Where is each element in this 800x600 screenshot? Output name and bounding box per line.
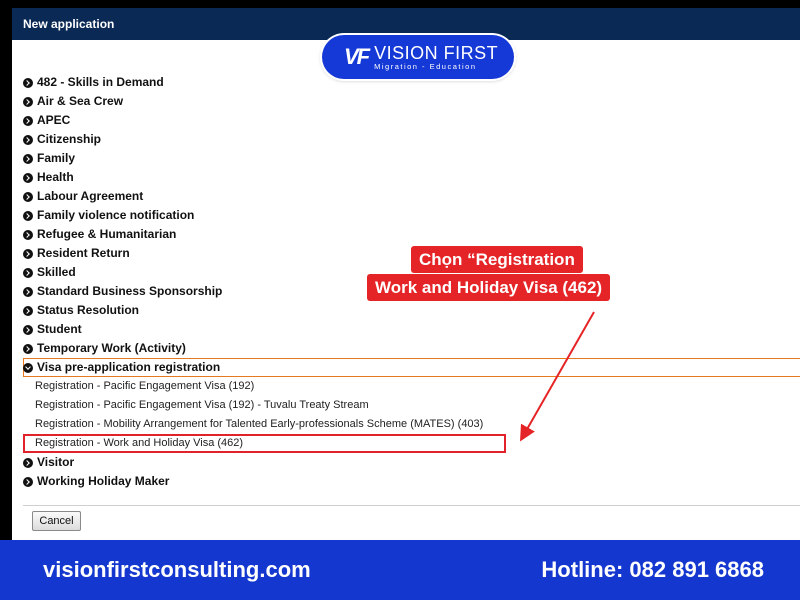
circle-chevron-right-icon [23, 116, 33, 126]
category-label: Resident Return [37, 246, 130, 260]
circle-chevron-right-icon [23, 287, 33, 297]
footer-banner: visionfirstconsulting.com Hotline: 082 8… [0, 540, 800, 600]
circle-chevron-right-icon [23, 135, 33, 145]
circle-chevron-right-icon [23, 325, 33, 335]
button-divider [23, 505, 800, 506]
category-label: Labour Agreement [37, 189, 144, 203]
category-refugee-humanitarian[interactable]: Refugee & Humanitarian [23, 225, 800, 244]
circle-chevron-right-icon [23, 344, 33, 354]
circle-chevron-right-icon [23, 154, 33, 164]
option-registration-work-and-holiday-462[interactable]: Registration - Work and Holiday Visa (46… [23, 434, 506, 453]
circle-chevron-right-icon [23, 230, 33, 240]
footer-hotline: Hotline: 082 891 6868 [541, 557, 764, 582]
category-student[interactable]: Student [23, 320, 800, 339]
logo-text: VISION FIRST Migration - Education [374, 44, 498, 71]
category-label: Visitor [37, 455, 75, 469]
category-label: Standard Business Sponsorship [37, 284, 223, 298]
category-label: Student [37, 322, 82, 336]
circle-chevron-right-icon [23, 97, 33, 107]
callout-line-2: Work and Holiday Visa (462) [367, 274, 611, 301]
cancel-button[interactable]: Cancel [32, 511, 81, 531]
category-label: Family violence notification [37, 208, 195, 222]
circle-chevron-right-icon [23, 458, 33, 468]
logo-mark: VF [344, 44, 370, 69]
circle-chevron-right-icon [23, 477, 33, 487]
category-label: Skilled [37, 265, 76, 279]
circle-chevron-right-icon [23, 192, 33, 202]
category-air-sea-crew[interactable]: Air & Sea Crew [23, 92, 800, 111]
circle-chevron-right-icon [23, 306, 33, 316]
category-citizenship[interactable]: Citizenship [23, 130, 800, 149]
instruction-callout: Chọn “Registration Work and Holiday Visa… [367, 246, 651, 302]
category-label: Air & Sea Crew [37, 94, 124, 108]
category-temporary-work-activity[interactable]: Temporary Work (Activity) [23, 339, 800, 358]
vision-first-logo: VF VISION FIRST Migration - Education [322, 35, 514, 79]
category-label: Citizenship [37, 132, 102, 146]
option-registration-mates-403[interactable]: Registration - Mobility Arrangement for … [23, 415, 800, 434]
category-label: Working Holiday Maker [37, 474, 170, 488]
option-registration-pacific-engagement-192-tuvalu[interactable]: Registration - Pacific Engagement Visa (… [23, 396, 800, 415]
category-health[interactable]: Health [23, 168, 800, 187]
logo-title: VISION FIRST [374, 42, 499, 63]
category-label: Status Resolution [37, 303, 140, 317]
category-label: 482 - Skills in Demand [37, 75, 164, 89]
category-label: Family [37, 151, 76, 165]
category-family-violence-notification[interactable]: Family violence notification [23, 206, 800, 225]
category-labour-agreement[interactable]: Labour Agreement [23, 187, 800, 206]
circle-chevron-right-icon [23, 249, 33, 259]
option-registration-pacific-engagement-192[interactable]: Registration - Pacific Engagement Visa (… [23, 377, 800, 396]
category-label: Health [37, 170, 74, 184]
category-label: APEC [37, 113, 71, 127]
circle-chevron-right-icon [23, 78, 33, 88]
category-working-holiday-maker[interactable]: Working Holiday Maker [23, 472, 800, 491]
circle-chevron-right-icon [23, 211, 33, 221]
category-visa-pre-application-registration[interactable]: Visa pre-application registration [23, 358, 800, 377]
logo-subtitle: Migration - Education [374, 61, 477, 71]
category-label: Temporary Work (Activity) [37, 341, 186, 355]
callout-line-1: Chọn “Registration [411, 246, 583, 273]
category-visitor[interactable]: Visitor [23, 453, 800, 472]
circle-chevron-right-icon [23, 173, 33, 183]
category-family[interactable]: Family [23, 149, 800, 168]
footer-website: visionfirstconsulting.com [43, 557, 311, 582]
category-label: Refugee & Humanitarian [37, 227, 177, 241]
circle-chevron-down-icon [23, 363, 33, 373]
category-apec[interactable]: APEC [23, 111, 800, 130]
category-status-resolution[interactable]: Status Resolution [23, 301, 800, 320]
category-label: Visa pre-application registration [37, 360, 221, 374]
circle-chevron-right-icon [23, 268, 33, 278]
